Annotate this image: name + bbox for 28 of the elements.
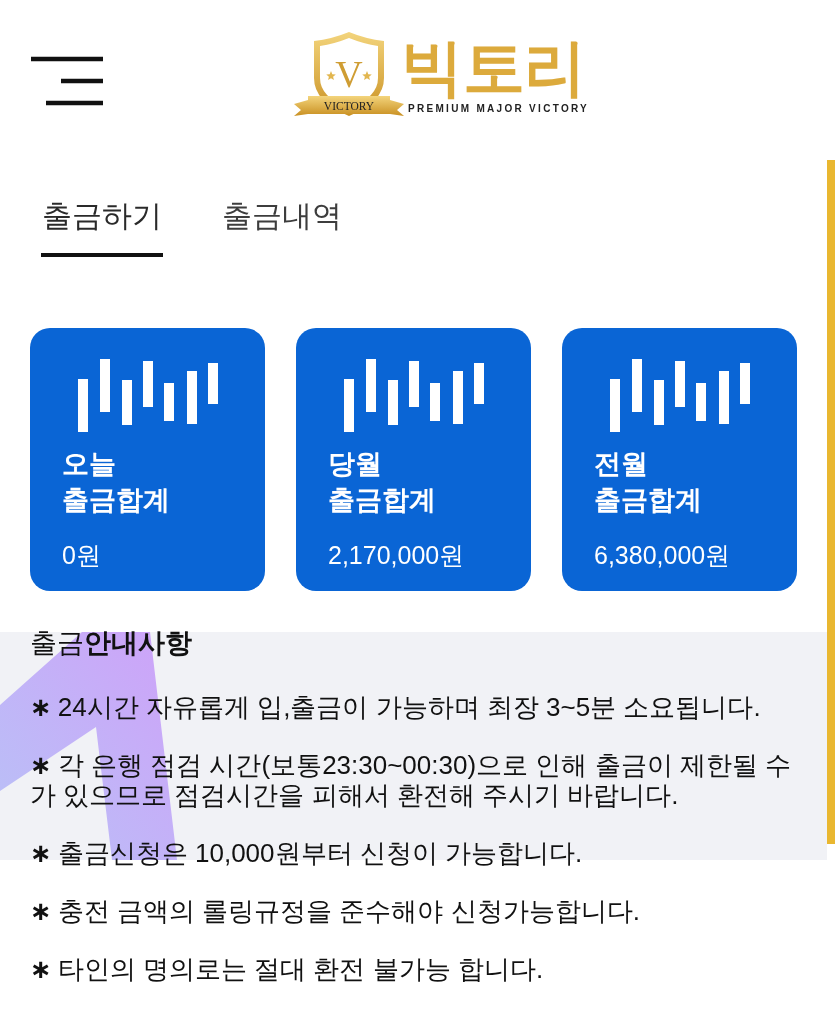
tab[interactable]: 출금하기 xyxy=(41,197,163,257)
logo-tagline: PREMIUM MAJOR VICTORY xyxy=(408,103,590,115)
notice-item: ∗ 타인의 명의로는 절대 환전 불가능 합니다. xyxy=(30,954,544,984)
candlestick-icon xyxy=(343,359,485,432)
ribbon-text: VICTORY xyxy=(323,99,375,112)
tab[interactable]: 출금내역 xyxy=(221,197,343,257)
notice-item: ∗ 충전 금액의 롤링규정을 준수해야 신청가능합니다. xyxy=(30,896,640,926)
emblem-letter: V xyxy=(335,53,363,95)
notice-title: 출금안내사항 xyxy=(30,627,192,660)
star-icon xyxy=(362,71,372,81)
card-title: 출금합계 xyxy=(328,484,436,517)
card-amount: 0원 xyxy=(62,540,101,571)
star-icon xyxy=(326,71,336,81)
logo-name: 빅토리 xyxy=(401,35,586,101)
card-period: 전월 xyxy=(594,448,648,481)
notice-item: ∗ 24시간 자유롭게 입,출금이 가능하며 최장 3~5분 소요됩니다. xyxy=(30,692,761,722)
card-amount: 6,380,000원 xyxy=(594,540,731,571)
menu-button[interactable] xyxy=(30,56,104,106)
card-amount: 2,170,000원 xyxy=(328,540,465,571)
card-period: 당월 xyxy=(328,448,382,481)
card-title: 출금합계 xyxy=(62,484,170,517)
scrollbar-thumb[interactable] xyxy=(827,160,835,844)
notice-item: ∗ 출금신청은 10,000원부터 신청이 가능합니다. xyxy=(30,838,583,868)
card-title: 출금합계 xyxy=(594,484,702,517)
candlestick-icon xyxy=(77,359,219,432)
notice-item: ∗ 각 은행 점검 시간(보통23:30~00:30)으로 인해 출금이 제한될 수가 있으므로 점검시간을 피해서 환전해 주시기 바랍니다. xyxy=(30,750,792,810)
card-period: 오늘 xyxy=(62,448,116,481)
candlestick-icon xyxy=(609,359,751,432)
